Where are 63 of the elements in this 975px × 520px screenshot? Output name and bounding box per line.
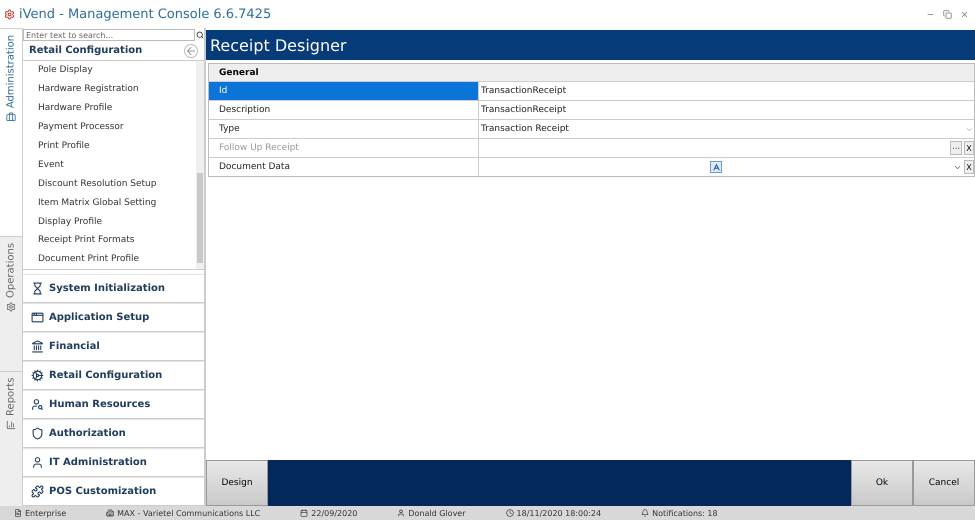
clock-icon	[506, 509, 514, 517]
menu-item[interactable]: Item Matrix Global Setting	[38, 193, 196, 212]
property-value[interactable]: Transaction Receipt	[481, 124, 569, 134]
menu-item[interactable]: Pole Display	[38, 61, 196, 80]
user-icon	[31, 456, 44, 469]
dialog-button[interactable]: Cancel	[913, 460, 975, 506]
tab-icon	[6, 420, 16, 430]
status-item: Donald Glover	[397, 508, 466, 518]
tab-icon	[6, 302, 16, 312]
bank-icon	[31, 340, 44, 353]
dialog-button[interactable]: Ok	[851, 460, 913, 506]
building-icon	[106, 509, 114, 517]
menu-item[interactable]: Display Profile	[38, 212, 196, 232]
hourglass-icon	[31, 282, 44, 295]
nav-item[interactable]: Authorization	[23, 419, 204, 448]
menu-item[interactable]: Discount Resolution Setup	[38, 174, 196, 194]
sidebar-header: Retail Configuration	[29, 45, 142, 56]
status-item: 18/11/2020 18:00:24	[506, 508, 602, 518]
document-icon[interactable]	[710, 161, 722, 173]
menu-item[interactable]: Receipt Print Formats	[38, 231, 196, 250]
menu-item[interactable]: Event	[38, 155, 196, 174]
nav-item[interactable]: Retail Configuration	[23, 361, 204, 390]
nav-item[interactable]: Application Setup	[23, 303, 204, 332]
bell-icon	[641, 509, 650, 517]
design-button[interactable]: Design	[206, 460, 268, 506]
window-title: iVend - Management Console	[19, 6, 210, 22]
nav-item[interactable]: System Initialization	[23, 274, 204, 303]
restore-button[interactable]	[941, 10, 954, 18]
panel-title: Receipt Designer	[206, 30, 975, 60]
version-label: 6.6.7425	[213, 6, 272, 22]
tab-icon	[6, 112, 16, 122]
user-icon	[397, 509, 406, 517]
status-item: Notifications: 18	[641, 508, 718, 518]
property-value[interactable]: TransactionReceipt	[481, 105, 566, 115]
section-header: General	[209, 64, 974, 81]
menu-item[interactable]: Hardware Registration	[38, 80, 196, 99]
app-logo-icon	[4, 8, 15, 20]
nav-item[interactable]: Human Resources	[23, 390, 204, 419]
nav-item[interactable]: POS Customization	[23, 477, 204, 506]
puzzle-icon	[31, 485, 44, 498]
menu-item[interactable]: Payment Processor	[38, 118, 196, 137]
nav-item[interactable]: IT Administration	[23, 448, 204, 477]
side-tab[interactable]: Administration	[0, 28, 22, 236]
menu-item[interactable]: Hardware Profile	[38, 98, 196, 118]
menu-item[interactable]: Print Profile	[38, 136, 196, 156]
scrollbar[interactable]	[196, 61, 204, 269]
nav-item[interactable]: Financial	[23, 332, 204, 361]
restore-icon	[943, 10, 952, 18]
property-value[interactable]: TransactionReceipt	[481, 86, 566, 96]
menu-item[interactable]: Document Print Profile	[38, 250, 196, 269]
shield-icon	[31, 427, 44, 440]
search-icon	[196, 31, 204, 39]
search-field[interactable]: Enter text to search...	[23, 29, 195, 41]
status-item: MAX - Varietel Communications LLC	[106, 508, 260, 518]
status-item: 22/09/2020	[300, 508, 358, 518]
status-item: Enterprise	[14, 508, 66, 518]
field-button[interactable]: X	[964, 160, 974, 174]
property-label[interactable]: Id	[209, 82, 479, 100]
window-icon	[31, 311, 44, 324]
calendar-icon	[300, 509, 308, 517]
back-icon[interactable]	[184, 44, 198, 58]
doc-icon	[14, 509, 22, 517]
close-icon	[960, 10, 969, 18]
